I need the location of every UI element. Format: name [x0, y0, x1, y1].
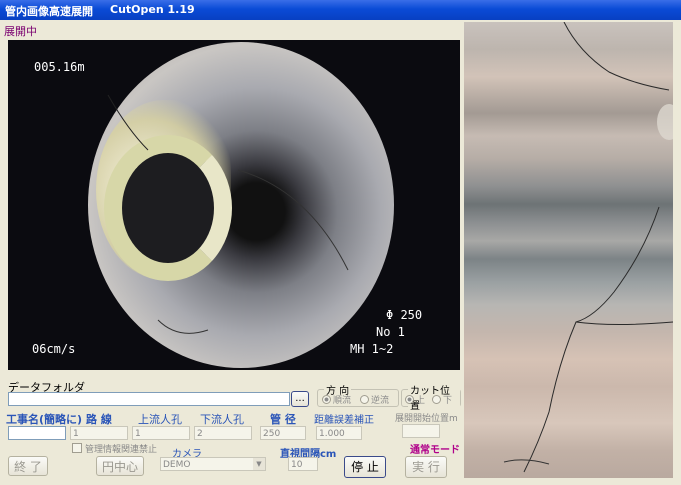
start-position-input[interactable] [402, 424, 440, 438]
mgmt-info-checkbox[interactable]: 管理情報関連禁止 [72, 442, 157, 455]
pipe-diameter-label: 管 径 [270, 413, 296, 426]
upstream-manhole-label: 上流人孔 [138, 413, 182, 426]
unrolled-crack-lines [503, 22, 673, 473]
direction-radio-reverse[interactable]: 逆流 [360, 393, 389, 406]
status-text: 展開中 [4, 25, 37, 38]
downstream-manhole-input[interactable]: 2 [194, 426, 252, 440]
app-title: 管内画像高速展開 [5, 5, 93, 18]
run-button[interactable]: 実 行 [405, 456, 447, 478]
browse-button[interactable]: ... [291, 391, 309, 407]
manhole-readout: MH 1~2 [350, 342, 394, 356]
upstream-manhole-input[interactable]: 1 [132, 426, 190, 440]
pipe-diameter-input[interactable]: 250 [260, 426, 306, 440]
direction-group: 方 向 順流 逆流 [317, 382, 399, 407]
number-readout: No 1 [376, 325, 405, 339]
distance-error-input[interactable]: 1.000 [316, 426, 362, 440]
app-window: 管内画像高速展開 CutOpen 1.19 展開中 005.16m 06cm/s… [0, 0, 681, 485]
route-label: 路 線 [86, 413, 112, 426]
downstream-manhole-label: 下流人孔 [200, 413, 244, 426]
video-view: 005.16m 06cm/s Φ 250 No 1 MH 1~2 [8, 40, 460, 370]
diameter-readout: Φ 250 [386, 308, 423, 322]
distance-error-label: 距離誤差補正 [314, 415, 374, 426]
mode-label: 通常モード [410, 445, 460, 456]
title-bar: 管内画像高速展開 CutOpen 1.19 [0, 0, 681, 20]
distance-readout: 005.16m [34, 60, 85, 74]
chevron-down-icon[interactable]: ▼ [253, 458, 265, 470]
data-folder-input[interactable] [8, 392, 290, 406]
center-button[interactable]: 円中心 [96, 456, 144, 476]
exit-button[interactable]: 終 了 [8, 456, 48, 476]
visual-interval-input[interactable]: 10 [288, 457, 318, 471]
camera-select[interactable]: DEMO ▼ [160, 457, 266, 471]
stop-button[interactable]: 停 止 [344, 456, 386, 478]
cut-radio-top[interactable]: 上 [405, 393, 425, 406]
project-name-label: 工事名(簡略に) [6, 413, 83, 426]
route-input[interactable]: 1 [70, 426, 128, 440]
app-version: CutOpen 1.19 [110, 3, 195, 16]
unrolled-pipe-image [464, 22, 673, 478]
speed-readout: 06cm/s [32, 342, 76, 356]
cut-position-group: カット位置 上 下 [401, 382, 461, 412]
direction-radio-forward[interactable]: 順流 [322, 393, 351, 406]
project-name-input[interactable] [8, 426, 66, 440]
start-position-label: 展開開始位置m [395, 414, 458, 424]
cut-radio-bottom[interactable]: 下 [432, 393, 452, 406]
